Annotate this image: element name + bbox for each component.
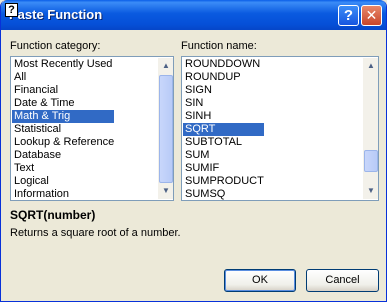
category-item[interactable]: Logical: [12, 175, 114, 188]
function-description: Returns a square root of a number.: [10, 227, 181, 239]
category-item[interactable]: Statistical: [12, 123, 114, 136]
function-syntax: SQRT(number): [10, 208, 96, 222]
category-item[interactable]: Text: [12, 162, 114, 175]
function-item[interactable]: SUM: [183, 149, 264, 162]
window-title: Paste Function: [9, 7, 103, 22]
function-item[interactable]: SINH: [183, 110, 264, 123]
function-item[interactable]: ROUNDDOWN: [183, 58, 264, 71]
category-items: Most Recently Used All Financial Date & Tim…: [12, 58, 115, 200]
help-question-icon[interactable]: ?: [338, 5, 359, 26]
function-category-label: Function category:: [10, 40, 101, 52]
paste-function-dialog: Paste Function ? ✕ Function category: Mo…: [0, 0, 387, 302]
scroll-up-arrow-icon[interactable]: ▲: [363, 58, 378, 74]
function-item[interactable]: ROUNDUP: [183, 71, 264, 84]
scroll-thumb[interactable]: [159, 75, 173, 183]
function-item[interactable]: SUMIF: [183, 162, 264, 175]
scroll-down-arrow-icon[interactable]: ▼: [363, 183, 378, 199]
function-scrollbar[interactable]: ▲ ▼: [363, 58, 378, 199]
category-item[interactable]: Lookup & Reference: [12, 136, 114, 149]
category-item[interactable]: Financial: [12, 84, 114, 97]
scroll-up-arrow-icon[interactable]: ▲: [158, 58, 173, 74]
function-item[interactable]: SUMPRODUCT: [183, 175, 264, 188]
category-item[interactable]: All: [12, 71, 114, 84]
function-item[interactable]: SIGN: [183, 84, 264, 97]
office-assistant-icon: ?: [5, 3, 18, 17]
close-x-icon[interactable]: ✕: [361, 5, 382, 26]
scroll-thumb[interactable]: [364, 150, 378, 172]
category-item[interactable]: Date & Time: [12, 97, 114, 110]
function-item[interactable]: SUBTOTAL: [183, 136, 264, 149]
ok-button[interactable]: OK: [224, 269, 296, 292]
function-item[interactable]: SUMSQ: [183, 188, 264, 200]
category-item[interactable]: Information: [12, 188, 114, 200]
category-item[interactable]: Most Recently Used: [12, 58, 114, 71]
cancel-button[interactable]: Cancel: [306, 269, 379, 292]
category-item[interactable]: Database: [12, 149, 114, 162]
function-items: ROUNDDOWN ROUNDUP SIGN SIN SINH SQRT SUBTOTAL S…: [183, 58, 264, 200]
function-item[interactable]: SQRT: [183, 123, 264, 136]
function-category-list[interactable]: Most Recently Used All Financial Date & Tim…: [10, 56, 174, 201]
category-scrollbar[interactable]: ▲ ▼: [158, 58, 173, 199]
scroll-down-arrow-icon[interactable]: ▼: [158, 183, 173, 199]
function-item[interactable]: SIN: [183, 97, 264, 110]
title-bar: Paste Function ? ✕: [1, 0, 386, 30]
category-item[interactable]: Math & Trig: [12, 110, 115, 123]
function-name-list[interactable]: ROUNDDOWN ROUNDUP SIGN SIN SINH SQRT SUBTOTAL S…: [181, 56, 379, 201]
function-name-label: Function name:: [181, 40, 257, 52]
